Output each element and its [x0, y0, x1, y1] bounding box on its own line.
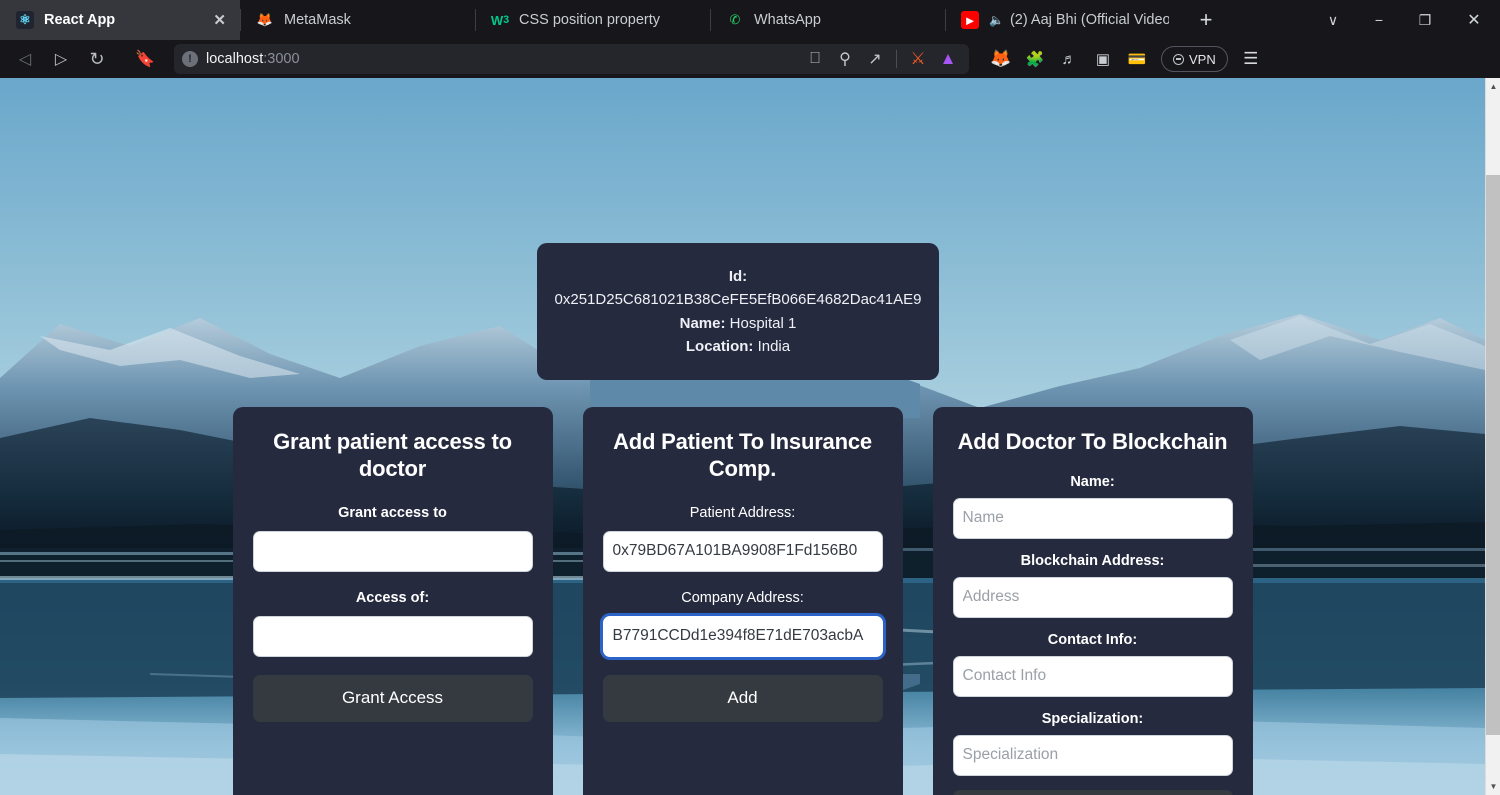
add-patient-insurance-title: Add Patient To Insurance Comp.: [613, 429, 872, 481]
url-port: :3000: [263, 51, 300, 67]
toolbar-divider: [896, 50, 897, 68]
tab-strip: ⚛ React App ✕ 🦊 MetaMask W3 CSS position…: [0, 0, 1500, 40]
page-viewport: Id: 0x251D25C681021B38CeFE5EfB066E4682Da…: [0, 78, 1500, 795]
hospital-location-value: India: [757, 337, 791, 355]
share-icon[interactable]: ↗: [862, 46, 888, 72]
youtube-icon: ►: [961, 11, 979, 29]
tab-metamask[interactable]: 🦊 MetaMask: [240, 0, 475, 40]
bookmark-icon[interactable]: 🔖: [128, 44, 162, 74]
page-scrollbar[interactable]: ▲ ▼: [1485, 78, 1500, 795]
tab-react-app[interactable]: ⚛ React App ✕: [0, 0, 240, 40]
form-cards-row: Grant patient access to doctor Grant acc…: [0, 407, 1485, 795]
url-host: localhost: [206, 51, 264, 67]
window-controls: ∨ − ❐ ✕: [1310, 0, 1500, 40]
hamburger-menu-icon[interactable]: ☰: [1234, 44, 1268, 74]
tab-title: WhatsApp: [754, 12, 821, 28]
forward-icon[interactable]: ▷: [44, 44, 78, 74]
extensions-toolbar: 🦊 🧩 ♬ ▣ 💳 VPN ☰: [985, 44, 1268, 74]
grant-access-card: Grant patient access to doctor Grant acc…: [232, 407, 553, 795]
access-of-input[interactable]: [252, 615, 533, 657]
grant-access-to-input[interactable]: [252, 530, 533, 572]
tab-css-position-property[interactable]: W3 CSS position property: [475, 0, 710, 40]
patient-address-label: Patient Address:: [689, 504, 796, 521]
scroll-up-arrow-icon[interactable]: ▲: [1486, 78, 1500, 95]
add-doctor-card: Add Doctor To Blockchain Name: Blockchai…: [932, 407, 1253, 795]
whatsapp-icon: ✆: [729, 12, 741, 27]
minimize-button[interactable]: −: [1356, 0, 1402, 40]
hospital-id-row: Id: 0x251D25C681021B38CeFE5EfB066E4682Da…: [553, 265, 923, 312]
music-note-icon[interactable]: ♬: [1053, 44, 1085, 74]
doctor-name-label: Name:: [1070, 473, 1115, 490]
doctor-contact-label: Contact Info:: [1047, 631, 1138, 648]
hospital-name-row: Name: Hospital 1: [553, 312, 923, 335]
register-doctor-button[interactable]: Register Doctor: [952, 789, 1233, 795]
navigation-toolbar: ◁ ▷ ↻ 🔖 ! localhost:3000 ⎕ ⚲ ↗ ⚔ ▲ 🦊 🧩 ♬…: [0, 40, 1500, 78]
app-content: Id: 0x251D25C681021B38CeFE5EfB066E4682Da…: [0, 78, 1485, 795]
brave-shields-icon[interactable]: ⚔: [905, 46, 931, 72]
tab-title: CSS position property: [519, 12, 661, 28]
add-patient-insurance-card: Add Patient To Insurance Comp. Patient A…: [582, 407, 903, 795]
access-of-label: Access of:: [355, 589, 430, 606]
browser-window: ⚛ React App ✕ 🦊 MetaMask W3 CSS position…: [0, 0, 1500, 795]
address-bar[interactable]: ! localhost:3000 ⎕ ⚲ ↗ ⚔ ▲: [174, 44, 969, 74]
react-icon: ⚛: [16, 11, 34, 29]
brave-rewards-icon[interactable]: ▲: [935, 46, 961, 72]
hospital-location-label: Location:: [685, 337, 754, 355]
vpn-status-icon: [1173, 53, 1184, 65]
extensions-puzzle-icon[interactable]: 🧩: [1019, 44, 1051, 74]
site-info-icon[interactable]: !: [182, 51, 198, 67]
audio-playing-icon: 🔈: [989, 13, 1004, 27]
metamask-fox-icon: 🦊: [256, 12, 274, 27]
tab-youtube-video[interactable]: ► 🔈 (2) Aaj Bhi (Official Video) -: [945, 0, 1183, 40]
hospital-location-row: Location: India: [553, 335, 923, 358]
hospital-name-value: Hospital 1: [729, 314, 797, 332]
tab-close-icon[interactable]: ✕: [195, 13, 226, 28]
vpn-button[interactable]: VPN: [1161, 46, 1228, 72]
tab-title: MetaMask: [284, 12, 351, 28]
scrollbar-thumb[interactable]: [1486, 175, 1500, 735]
hospital-id-value: 0x251D25C681021B38CeFE5EfB066E4682Dac41A…: [554, 291, 922, 309]
tab-whatsapp[interactable]: ✆ WhatsApp: [710, 0, 945, 40]
grant-access-title: Grant patient access to doctor: [273, 429, 512, 481]
wallet-icon[interactable]: 💳: [1121, 44, 1153, 74]
tab-search-button[interactable]: ∨: [1310, 0, 1356, 40]
add-patient-button[interactable]: Add: [602, 674, 883, 722]
sidebar-icon[interactable]: ▣: [1087, 44, 1119, 74]
doctor-address-label: Blockchain Address:: [1020, 552, 1165, 569]
new-tab-button[interactable]: +: [1183, 0, 1229, 40]
metamask-fox-icon[interactable]: 🦊: [985, 44, 1017, 74]
picture-in-picture-icon[interactable]: ⎕: [802, 46, 828, 72]
tab-title: (2) Aaj Bhi (Official Video) -: [1009, 12, 1169, 28]
url-text: localhost:3000: [206, 51, 300, 67]
company-address-label: Company Address:: [681, 589, 804, 606]
back-icon[interactable]: ◁: [8, 44, 42, 74]
grant-access-to-label: Grant access to: [338, 504, 447, 521]
hospital-id-label: Id:: [728, 268, 748, 285]
close-window-button[interactable]: ✕: [1448, 0, 1500, 40]
company-address-input[interactable]: [602, 615, 883, 657]
grant-access-button[interactable]: Grant Access: [252, 674, 533, 722]
reload-icon[interactable]: ↻: [80, 44, 114, 74]
add-doctor-title: Add Doctor To Blockchain: [957, 429, 1228, 454]
doctor-address-input[interactable]: [952, 576, 1233, 618]
vpn-label: VPN: [1189, 51, 1216, 67]
doctor-specialization-label: Specialization:: [1041, 710, 1144, 727]
doctor-contact-input[interactable]: [952, 655, 1233, 697]
scroll-down-arrow-icon[interactable]: ▼: [1486, 778, 1500, 795]
doctor-specialization-input[interactable]: [952, 734, 1233, 776]
web-page: Id: 0x251D25C681021B38CeFE5EfB066E4682Da…: [0, 78, 1485, 795]
hospital-name-label: Name:: [679, 314, 726, 332]
doctor-name-input[interactable]: [952, 497, 1233, 539]
address-bar-actions: ⎕ ⚲ ↗ ⚔ ▲: [802, 46, 961, 72]
tab-title: React App: [44, 12, 116, 28]
maximize-button[interactable]: ❐: [1402, 0, 1448, 40]
w3schools-icon: W3: [490, 12, 510, 28]
search-icon[interactable]: ⚲: [832, 46, 858, 72]
patient-address-input[interactable]: [602, 530, 883, 572]
hospital-info-card: Id: 0x251D25C681021B38CeFE5EfB066E4682Da…: [537, 243, 939, 380]
